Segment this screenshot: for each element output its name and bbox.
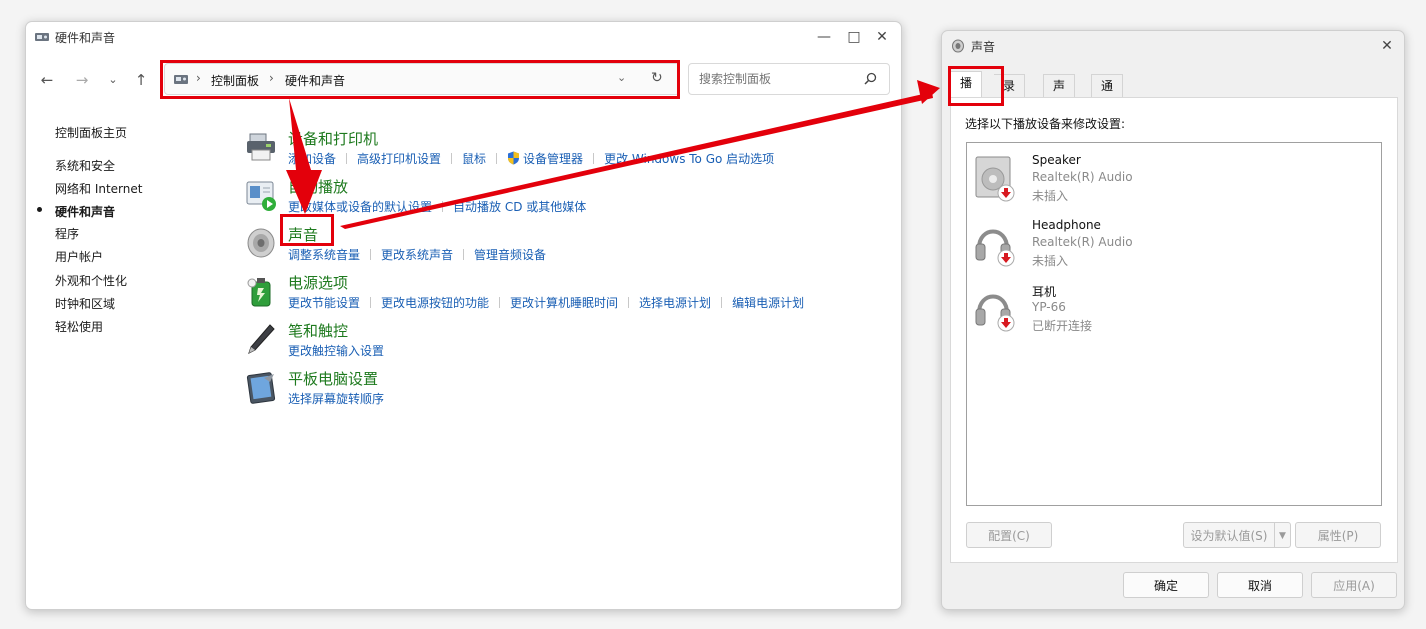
close-button[interactable]: ✕ xyxy=(869,27,895,47)
nav-system-security[interactable]: 系统和安全 xyxy=(55,157,115,174)
tablet-icon xyxy=(246,372,276,404)
tab-sounds[interactable]: 声音 xyxy=(1043,74,1076,115)
set-default-dropdown-arrow-icon[interactable]: ▼ xyxy=(1274,522,1291,548)
dialog-close-button[interactable]: ✕ xyxy=(1374,36,1400,56)
category-links-pen-touch: 更改触控输入设置 xyxy=(288,342,384,359)
category-title-pen-touch[interactable]: 笔和触控 xyxy=(288,320,348,341)
nav-programs[interactable]: 程序 xyxy=(55,225,79,242)
category-links-autoplay: 更改媒体或设备的默认设置 自动播放 CD 或其他媒体 xyxy=(288,198,586,215)
sound-dialog: 声音 ✕ 播放 录制 声音 通信 选择以下播放设备来修改设置: Speaker … xyxy=(941,30,1405,610)
category-links-devices-printers: 添加设备 高级打印机设置 鼠标 设备管理器 更改 Windows To Go 启动选项 xyxy=(288,150,774,167)
set-default-split-button[interactable]: 设为默认值(S) ▼ xyxy=(1183,522,1291,548)
apply-button[interactable]: 应用(A) xyxy=(1311,572,1397,598)
link-choose-power-plan[interactable]: 选择电源计划 xyxy=(639,296,711,310)
configure-button[interactable]: 配置(C) xyxy=(966,522,1052,548)
playback-panel: 选择以下播放设备来修改设置: Speaker Realtek(R) Audio … xyxy=(950,97,1398,563)
link-mouse[interactable]: 鼠标 xyxy=(462,152,486,166)
control-panel-window: 硬件和声音 — □ ✕ ← → ⌄ ↑ › 控制面板 › 硬件和声音 ⌄ ↻ 控… xyxy=(25,21,902,610)
link-autoplay-cd[interactable]: 自动播放 CD 或其他媒体 xyxy=(453,200,586,214)
device-status: 未插入 xyxy=(1032,254,1069,268)
link-change-power-saving[interactable]: 更改节能设置 xyxy=(288,296,360,310)
nav-hardware-sound[interactable]: 硬件和声音 xyxy=(55,203,115,220)
device-earphones[interactable]: 耳机 YP-66 已断开连接 xyxy=(973,277,1373,339)
search-input[interactable] xyxy=(697,71,861,87)
playback-instruction: 选择以下播放设备来修改设置: xyxy=(965,117,1126,131)
nav-network-internet[interactable]: 网络和 Internet xyxy=(55,180,142,197)
link-touch-input-settings[interactable]: 更改触控输入设置 xyxy=(288,344,384,358)
link-advanced-printer-setup[interactable]: 高级打印机设置 xyxy=(357,152,441,166)
back-arrow-icon[interactable]: ← xyxy=(37,70,57,90)
category-title-autoplay[interactable]: 自动播放 xyxy=(288,176,348,197)
printer-icon xyxy=(247,133,275,161)
control-panel-icon xyxy=(35,33,49,41)
search-icon[interactable] xyxy=(864,72,877,85)
nav-user-accounts[interactable]: 用户帐户 xyxy=(55,248,103,265)
speaker-icon xyxy=(247,228,275,258)
device-name: 耳机 xyxy=(1032,285,1057,299)
link-power-button-function[interactable]: 更改电源按钮的功能 xyxy=(381,296,489,310)
category-links-tablet-settings: 选择屏幕旋转顺序 xyxy=(288,390,384,407)
category-title-devices-printers[interactable]: 设备和打印机 xyxy=(288,128,378,149)
dialog-title: 声音 xyxy=(971,40,996,54)
link-device-manager[interactable]: 设备管理器 xyxy=(523,152,583,166)
link-manage-audio-devices[interactable]: 管理音频设备 xyxy=(474,248,546,262)
pen-icon xyxy=(248,324,275,354)
link-add-device[interactable]: 添加设备 xyxy=(288,152,336,166)
active-nav-bullet xyxy=(37,207,42,212)
link-edit-power-plan[interactable]: 编辑电源计划 xyxy=(732,296,804,310)
link-change-media-defaults[interactable]: 更改媒体或设备的默认设置 xyxy=(288,200,432,214)
window-title: 硬件和声音 xyxy=(55,31,116,45)
device-headphone[interactable]: Headphone Realtek(R) Audio 未插入 xyxy=(973,212,1373,274)
link-change-system-sounds[interactable]: 更改系统声音 xyxy=(381,248,453,262)
sound-title-highlight xyxy=(280,214,334,246)
dialog-title-bar: 声音 ✕ xyxy=(942,31,1404,61)
category-links-power-options: 更改节能设置 更改电源按钮的功能 更改计算机睡眠时间 选择电源计划 编辑电源计划 xyxy=(288,294,804,311)
minimize-button[interactable]: — xyxy=(811,27,837,47)
forward-arrow-icon[interactable]: → xyxy=(72,70,92,90)
device-name: Headphone xyxy=(1032,218,1101,232)
sound-dialog-icon xyxy=(952,39,964,53)
device-speaker[interactable]: Speaker Realtek(R) Audio 未插入 xyxy=(973,147,1373,209)
link-windows-to-go[interactable]: 更改 Windows To Go 启动选项 xyxy=(604,152,774,166)
nav-ease-of-access[interactable]: 轻松使用 xyxy=(55,318,103,335)
category-links-sound: 调整系统音量 更改系统声音 管理音频设备 xyxy=(288,246,546,263)
device-driver: Realtek(R) Audio xyxy=(1032,235,1133,249)
nav-clock-region[interactable]: 时钟和区域 xyxy=(55,295,115,312)
device-driver: Realtek(R) Audio xyxy=(1032,170,1133,184)
headphone-device-icon xyxy=(975,229,1015,267)
device-status: 未插入 xyxy=(1032,189,1069,203)
properties-button[interactable]: 属性(P) xyxy=(1295,522,1381,548)
device-driver: YP-66 xyxy=(1032,300,1066,314)
device-status: 已断开连接 xyxy=(1032,319,1093,333)
headphone-device-icon xyxy=(975,294,1015,332)
link-screen-rotation-order[interactable]: 选择屏幕旋转顺序 xyxy=(288,392,384,406)
recent-locations-chevron-icon[interactable]: ⌄ xyxy=(103,70,123,90)
ok-button[interactable]: 确定 xyxy=(1123,572,1209,598)
cancel-button[interactable]: 取消 xyxy=(1217,572,1303,598)
link-sleep-time[interactable]: 更改计算机睡眠时间 xyxy=(510,296,618,310)
up-arrow-icon[interactable]: ↑ xyxy=(131,70,151,90)
tab-communications[interactable]: 通信 xyxy=(1091,74,1124,115)
playback-tab-highlight xyxy=(948,66,1004,106)
uac-shield-icon xyxy=(508,151,520,165)
speaker-device-icon xyxy=(975,156,1015,202)
address-bar-highlight xyxy=(160,60,680,99)
set-default-button[interactable]: 设为默认值(S) xyxy=(1183,522,1275,548)
link-adjust-volume[interactable]: 调整系统音量 xyxy=(288,248,360,262)
device-name: Speaker xyxy=(1032,153,1081,167)
maximize-button[interactable]: □ xyxy=(841,27,867,47)
autoplay-icon xyxy=(246,181,276,211)
arrow-head-icon xyxy=(917,80,940,104)
nav-control-panel-home[interactable]: 控制面板主页 xyxy=(55,124,127,141)
category-title-tablet-settings[interactable]: 平板电脑设置 xyxy=(288,368,378,389)
title-bar: 硬件和声音 — □ ✕ xyxy=(26,22,901,52)
search-box[interactable] xyxy=(688,63,890,95)
battery-icon xyxy=(247,278,271,307)
playback-device-list[interactable]: Speaker Realtek(R) Audio 未插入 Headphone R… xyxy=(966,142,1382,506)
category-title-power-options[interactable]: 电源选项 xyxy=(288,272,348,293)
nav-appearance[interactable]: 外观和个性化 xyxy=(55,272,127,289)
